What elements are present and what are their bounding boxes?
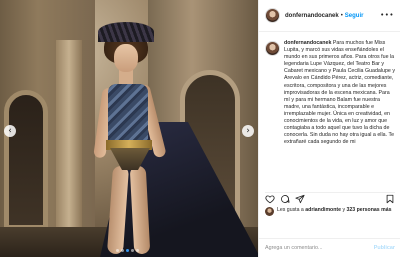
- comment-input[interactable]: [265, 245, 374, 251]
- caption-author-avatar[interactable]: [265, 41, 280, 56]
- comment-bar: Publicar: [259, 238, 400, 257]
- caption-body: Para muchos fue Miss Lupita, y marcó sus…: [284, 40, 396, 146]
- performer-headdress: [98, 22, 154, 42]
- carousel-dot: [136, 249, 139, 252]
- performer-face: [114, 44, 138, 72]
- liker-avatar[interactable]: [265, 207, 274, 216]
- carousel-next-button[interactable]: ›: [242, 125, 254, 137]
- header-separator: •: [340, 12, 343, 19]
- post-side-panel: donfernandocanek • Seguir ••• donfernand…: [258, 0, 400, 257]
- carousel-prev-button[interactable]: ‹: [4, 125, 16, 137]
- author-username[interactable]: donfernandocanek: [285, 13, 339, 19]
- carousel-indicator: [116, 249, 139, 252]
- likes-prefix: Les gusta a: [277, 207, 306, 213]
- post-header: donfernandocanek • Seguir •••: [259, 0, 400, 32]
- performer-figure: [80, 22, 258, 257]
- caption-username[interactable]: donfernandocanek: [284, 40, 331, 46]
- comment-icon[interactable]: [280, 194, 290, 204]
- post-comment-button[interactable]: Publicar: [374, 245, 395, 251]
- carousel-dot: [116, 249, 119, 252]
- post-actions-bar: [265, 192, 395, 204]
- likes-summary: Les gusta a adriandimonte y 323 personas…: [265, 207, 395, 216]
- more-options-icon[interactable]: •••: [380, 11, 394, 19]
- carousel-dot: [126, 249, 129, 252]
- carousel-dot: [131, 249, 134, 252]
- post-photo[interactable]: ‹ ›: [0, 0, 258, 257]
- follow-button[interactable]: Seguir: [345, 13, 364, 19]
- author-avatar[interactable]: [265, 8, 280, 23]
- liker-username[interactable]: adriandimonte: [305, 207, 341, 213]
- background-column: [56, 40, 82, 257]
- heart-icon[interactable]: [265, 194, 275, 204]
- share-icon[interactable]: [295, 194, 305, 204]
- bookmark-icon[interactable]: [385, 194, 395, 204]
- carousel-dot: [121, 249, 124, 252]
- post-caption: donfernandocanek Para muchos fue Miss Lu…: [265, 40, 397, 190]
- likes-others-link[interactable]: 323 personas más: [347, 207, 392, 213]
- background-arch: [4, 90, 48, 230]
- caption-text-block: donfernandocanek Para muchos fue Miss Lu…: [284, 40, 397, 190]
- likes-text: Les gusta a adriandimonte y 323 personas…: [277, 207, 392, 214]
- performer-corset: [108, 84, 148, 144]
